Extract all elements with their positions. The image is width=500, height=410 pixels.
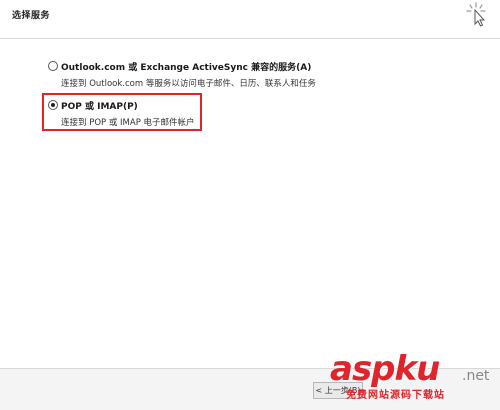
highlight-annotation-box [42, 93, 202, 131]
dialog-header: 选择服务 [0, 0, 500, 38]
header-divider [0, 38, 500, 39]
option-outlook-exchange-label[interactable]: Outlook.com 或 Exchange ActiveSync 兼容的服务(… [61, 60, 311, 73]
busy-cursor-icon [466, 2, 486, 27]
watermark-logo: aspku .net 免费网站源码下载站 [330, 352, 500, 410]
watermark-subtitle-text: 免费网站源码下载站 [346, 390, 445, 401]
page-title: 选择服务 [12, 11, 51, 21]
watermark-suffix-text: .net [462, 368, 490, 384]
option-outlook-exchange-description: 连接到 Outlook.com 等服务以访问电子邮件、日历、联系人和任务 [61, 79, 316, 89]
watermark-main-text: aspku [330, 349, 440, 389]
radio-outlook-exchange[interactable] [48, 61, 58, 71]
